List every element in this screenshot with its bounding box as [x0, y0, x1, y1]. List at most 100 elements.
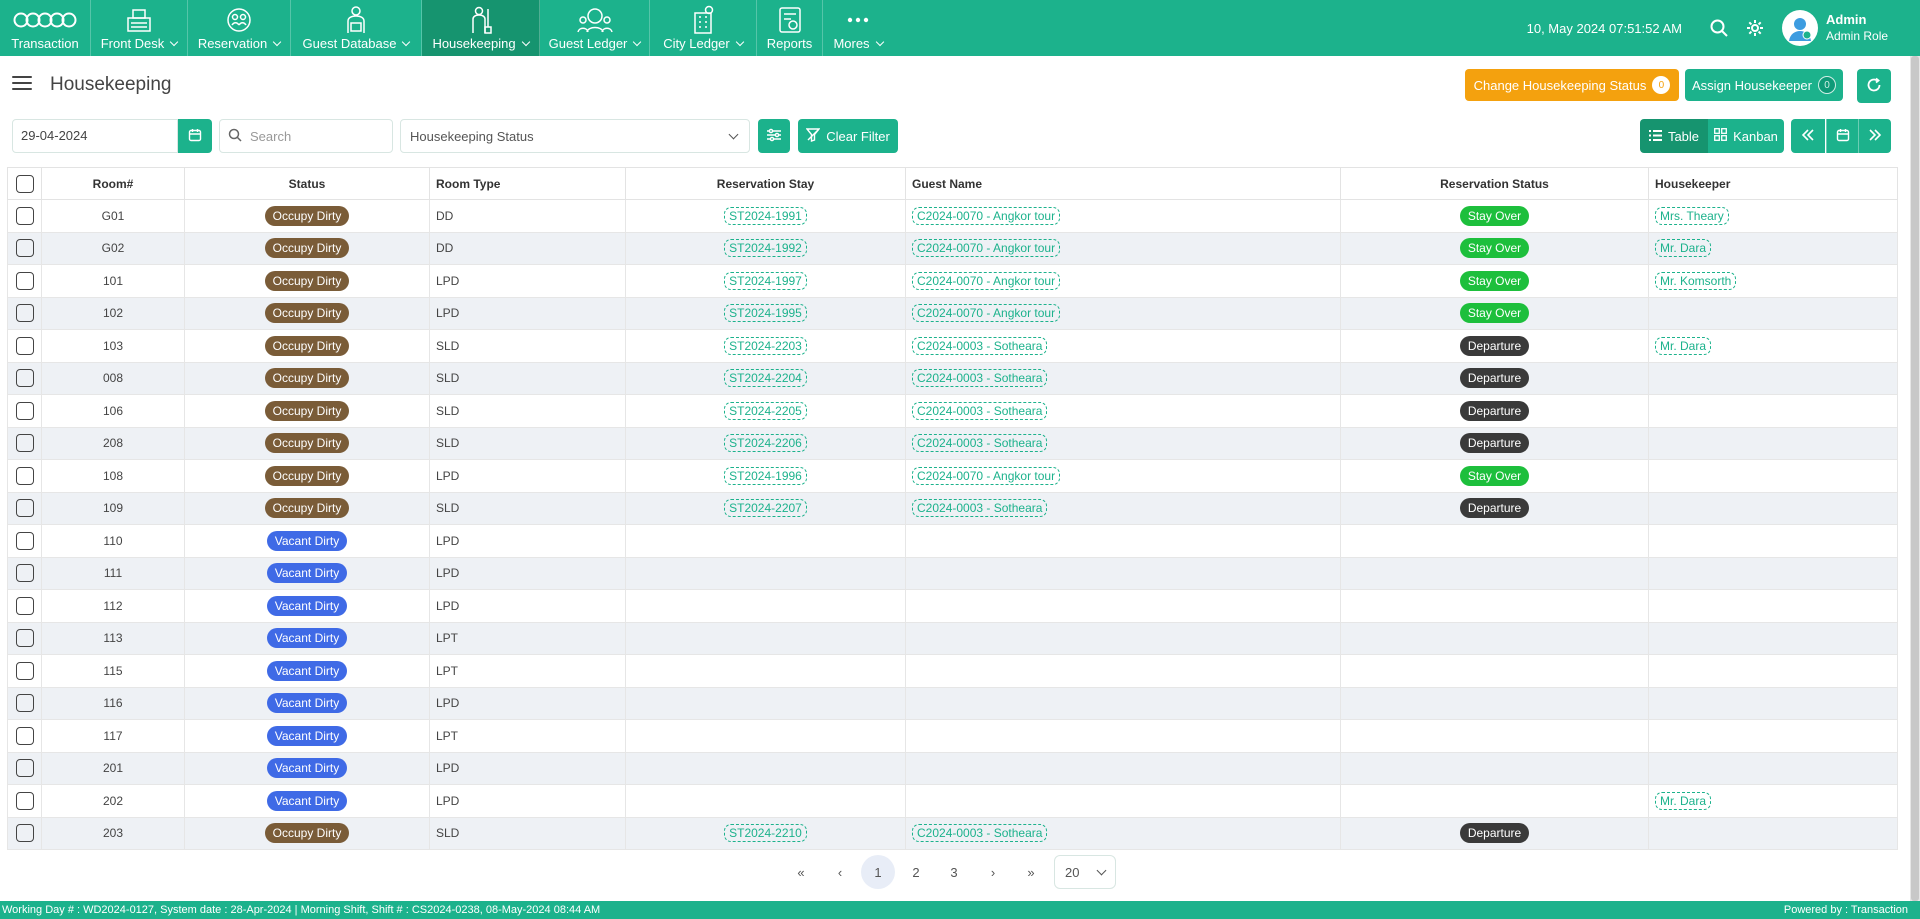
- date-field[interactable]: 29-04-2024: [12, 119, 178, 153]
- table-row[interactable]: 102 Occupy Dirty LPD ST2024-1995 C2024-0070 …: [7, 296, 1898, 330]
- table-row[interactable]: 111 Vacant Dirty LPD: [7, 556, 1898, 590]
- row-checkbox[interactable]: [15, 824, 34, 843]
- table-row[interactable]: 208 Occupy Dirty SLD ST2024-2206 C2024-0003 …: [7, 426, 1898, 460]
- search-input[interactable]: [250, 128, 380, 144]
- status-badge[interactable]: Vacant Dirty: [266, 790, 348, 811]
- first-page-button[interactable]: «: [784, 855, 818, 889]
- nav-reports[interactable]: Reports: [757, 0, 823, 56]
- table-row[interactable]: 202 Vacant Dirty LPD Mr. Dara: [7, 784, 1898, 818]
- next-day-button[interactable]: [1859, 119, 1891, 153]
- table-row[interactable]: 116 Vacant Dirty LPD: [7, 686, 1898, 720]
- user-menu[interactable]: Admin Admin Role: [1780, 10, 1920, 46]
- table-row[interactable]: 113 Vacant Dirty LPT: [7, 621, 1898, 655]
- status-badge[interactable]: Vacant Dirty: [266, 758, 348, 779]
- row-checkbox[interactable]: [15, 564, 34, 583]
- refresh-button[interactable]: [1857, 69, 1891, 103]
- row-checkbox[interactable]: [15, 336, 34, 355]
- assign-housekeeper-button[interactable]: Assign Housekeeper 0: [1685, 69, 1843, 101]
- status-badge[interactable]: Occupy Dirty: [264, 238, 350, 259]
- row-checkbox[interactable]: [15, 694, 34, 713]
- view-table-button[interactable]: Table: [1640, 119, 1708, 153]
- nav-city-ledger[interactable]: City Ledger: [650, 0, 757, 56]
- reservation-stay-link[interactable]: ST2024-2204: [724, 369, 807, 388]
- status-badge[interactable]: Vacant Dirty: [266, 595, 348, 616]
- status-badge[interactable]: Vacant Dirty: [266, 530, 348, 551]
- search-field[interactable]: [219, 119, 393, 153]
- nav-guest-ledger[interactable]: Guest Ledger: [540, 0, 650, 56]
- nav-reservation[interactable]: Reservation: [188, 0, 291, 56]
- table-row[interactable]: 117 Vacant Dirty LPT: [7, 719, 1898, 753]
- select-all-checkbox[interactable]: [15, 174, 34, 193]
- guest-name-link[interactable]: C2024-0003 - Sotheara: [912, 824, 1048, 843]
- table-row[interactable]: 101 Occupy Dirty LPD ST2024-1997 C2024-0070 …: [7, 264, 1898, 298]
- header-room-type[interactable]: Room Type: [429, 167, 626, 200]
- next-page-button[interactable]: ›: [976, 855, 1010, 889]
- row-checkbox[interactable]: [15, 239, 34, 258]
- page-size-select[interactable]: 20: [1054, 855, 1116, 889]
- guest-name-link[interactable]: C2024-0070 - Angkor tour: [912, 206, 1061, 225]
- reservation-stay-link[interactable]: ST2024-1997: [724, 271, 807, 290]
- previous-day-button[interactable]: [1791, 119, 1825, 153]
- date-picker-button[interactable]: [178, 119, 212, 153]
- housekeeper-link[interactable]: Mr. Komsorth: [1655, 271, 1737, 290]
- reservation-stay-link[interactable]: ST2024-1995: [724, 304, 807, 323]
- row-checkbox[interactable]: [15, 434, 34, 453]
- status-badge[interactable]: Vacant Dirty: [266, 693, 348, 714]
- status-badge[interactable]: Occupy Dirty: [264, 465, 350, 486]
- table-row[interactable]: 106 Occupy Dirty SLD ST2024-2205 C2024-0003 …: [7, 394, 1898, 428]
- header-housekeeper[interactable]: Housekeeper: [1648, 167, 1898, 200]
- status-badge[interactable]: Occupy Dirty: [264, 498, 350, 519]
- row-checkbox[interactable]: [15, 304, 34, 323]
- guest-name-link[interactable]: C2024-0003 - Sotheara: [912, 499, 1048, 518]
- table-row[interactable]: 201 Vacant Dirty LPD: [7, 751, 1898, 785]
- status-badge[interactable]: Vacant Dirty: [266, 628, 348, 649]
- reservation-stay-link[interactable]: ST2024-2206: [724, 434, 807, 453]
- table-row[interactable]: 203 Occupy Dirty SLD ST2024-2210 C2024-0003 …: [7, 816, 1898, 850]
- status-badge[interactable]: Occupy Dirty: [264, 400, 350, 421]
- change-housekeeping-status-button[interactable]: Change Housekeeping Status 0: [1465, 69, 1679, 101]
- guest-name-link[interactable]: C2024-0070 - Angkor tour: [912, 239, 1061, 258]
- today-button[interactable]: [1826, 119, 1859, 153]
- row-checkbox[interactable]: [15, 661, 34, 680]
- housekeeper-link[interactable]: Mrs. Theary: [1655, 206, 1729, 225]
- table-row[interactable]: 109 Occupy Dirty SLD ST2024-2207 C2024-0003 …: [7, 491, 1898, 525]
- guest-name-link[interactable]: C2024-0003 - Sotheara: [912, 401, 1048, 420]
- row-checkbox[interactable]: [15, 629, 34, 648]
- status-badge[interactable]: Occupy Dirty: [264, 368, 350, 389]
- status-badge[interactable]: Vacant Dirty: [266, 563, 348, 584]
- menu-icon[interactable]: [12, 76, 32, 92]
- row-checkbox[interactable]: [15, 596, 34, 615]
- status-badge[interactable]: Vacant Dirty: [266, 660, 348, 681]
- gear-icon[interactable]: [1744, 17, 1766, 39]
- reservation-stay-link[interactable]: ST2024-2205: [724, 401, 807, 420]
- guest-name-link[interactable]: C2024-0070 - Angkor tour: [912, 466, 1061, 485]
- table-row[interactable]: 115 Vacant Dirty LPT: [7, 654, 1898, 688]
- row-checkbox[interactable]: [15, 401, 34, 420]
- reservation-stay-link[interactable]: ST2024-2210: [724, 824, 807, 843]
- table-row[interactable]: 103 Occupy Dirty SLD ST2024-2203 C2024-0003 …: [7, 329, 1898, 363]
- row-checkbox[interactable]: [15, 726, 34, 745]
- nav-guest-database[interactable]: Guest Database: [291, 0, 422, 56]
- table-row[interactable]: G01 Occupy Dirty DD ST2024-1991 C2024-0070 -…: [7, 199, 1898, 233]
- header-status[interactable]: Status: [184, 167, 430, 200]
- housekeeper-link[interactable]: Mr. Dara: [1655, 336, 1712, 355]
- housekeeping-status-select[interactable]: Housekeeping Status: [400, 119, 750, 153]
- table-row[interactable]: G02 Occupy Dirty DD ST2024-1992 C2024-0070 -…: [7, 231, 1898, 265]
- row-checkbox[interactable]: [15, 759, 34, 778]
- header-reservation-status[interactable]: Reservation Status: [1340, 167, 1649, 200]
- scrollbar-thumb[interactable]: [1911, 56, 1919, 901]
- view-kanban-button[interactable]: Kanban: [1708, 119, 1784, 153]
- row-checkbox[interactable]: [15, 206, 34, 225]
- status-badge[interactable]: Occupy Dirty: [264, 823, 350, 844]
- status-badge[interactable]: Occupy Dirty: [264, 205, 350, 226]
- row-checkbox[interactable]: [15, 791, 34, 810]
- table-row[interactable]: 112 Vacant Dirty LPD: [7, 589, 1898, 623]
- header-guest-name[interactable]: Guest Name: [905, 167, 1341, 200]
- filter-options-button[interactable]: [758, 119, 790, 153]
- page-3-button[interactable]: 3: [937, 855, 971, 889]
- last-page-button[interactable]: »: [1014, 855, 1048, 889]
- guest-name-link[interactable]: C2024-0003 - Sotheara: [912, 434, 1048, 453]
- table-row[interactable]: 008 Occupy Dirty SLD ST2024-2204 C2024-0003 …: [7, 361, 1898, 395]
- row-checkbox[interactable]: [15, 531, 34, 550]
- guest-name-link[interactable]: C2024-0070 - Angkor tour: [912, 271, 1061, 290]
